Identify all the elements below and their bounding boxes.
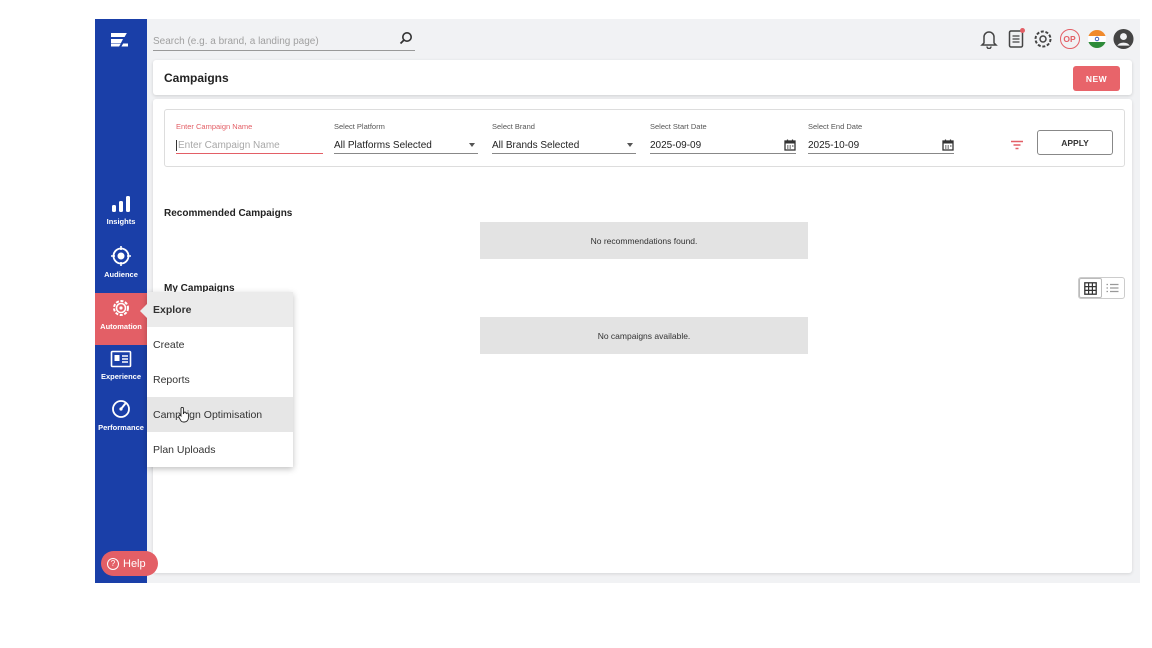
- platform-filter[interactable]: Select Platform All Platforms Selected: [334, 122, 478, 154]
- recommended-campaigns-title: Recommended Campaigns: [164, 208, 293, 219]
- hand-cursor-icon: [178, 407, 189, 423]
- menu-item-reports[interactable]: Reports: [147, 362, 293, 397]
- campaign-name-filter: Enter Campaign Name: [176, 122, 323, 154]
- account-icon[interactable]: [1113, 28, 1134, 50]
- sidebar-item-label: Experience: [100, 372, 142, 381]
- brand-logo-icon[interactable]: [108, 29, 132, 51]
- notification-dot: [1020, 28, 1025, 33]
- search-bar: [153, 31, 415, 51]
- sidebar-item-audience[interactable]: Audience: [95, 246, 147, 296]
- start-date-label: Select Start Date: [650, 122, 707, 131]
- menu-item-plan-uploads[interactable]: Plan Uploads: [147, 432, 293, 467]
- sidebar-item-experience[interactable]: Experience: [95, 350, 147, 400]
- help-label: Help: [123, 557, 146, 570]
- recommended-empty-state: No recommendations found.: [480, 222, 808, 259]
- start-date-filter[interactable]: Select Start Date 2025-09-09: [650, 122, 796, 154]
- help-icon: ?: [107, 557, 119, 570]
- end-date-input[interactable]: 2025-10-09: [808, 137, 954, 154]
- end-date-value: 2025-10-09: [808, 139, 860, 151]
- page-title: Campaigns: [164, 71, 229, 85]
- filter-icon[interactable]: [1010, 140, 1024, 150]
- filter-panel: Enter Campaign Name Select Platform All …: [164, 109, 1125, 167]
- top-icons: OP: [978, 28, 1134, 50]
- end-date-label: Select End Date: [808, 122, 863, 131]
- settings-icon[interactable]: [1032, 28, 1053, 50]
- brand-label: Select Brand: [492, 122, 535, 131]
- start-date-value: 2025-09-09: [650, 139, 702, 151]
- india-flag-icon[interactable]: [1086, 28, 1107, 50]
- bell-icon[interactable]: [978, 28, 999, 50]
- gear-icon: [113, 300, 129, 316]
- view-toggle: [1078, 277, 1125, 299]
- document-icon[interactable]: [1005, 28, 1026, 50]
- sidebar: Insights Audience Automation Experience …: [95, 19, 158, 583]
- grid-view-icon[interactable]: [1079, 278, 1102, 298]
- end-date-filter[interactable]: Select End Date 2025-10-09: [808, 122, 954, 154]
- campaign-name-label: Enter Campaign Name: [176, 122, 253, 131]
- bar-chart-icon: [112, 196, 130, 212]
- new-campaign-button[interactable]: NEW: [1073, 66, 1120, 91]
- search-icon[interactable]: [399, 31, 413, 45]
- menu-pointer: [140, 304, 147, 318]
- campaign-name-underline: [176, 137, 323, 154]
- my-campaigns-empty-state: No campaigns available.: [480, 317, 808, 354]
- sidebar-item-label: Audience: [104, 270, 138, 279]
- brand-value: All Brands Selected: [492, 139, 580, 151]
- platform-select[interactable]: All Platforms Selected: [334, 137, 478, 154]
- apply-button[interactable]: APPLY: [1037, 130, 1113, 155]
- top-bar: OP: [147, 19, 1140, 57]
- target-icon: [111, 246, 131, 266]
- sidebar-item-performance[interactable]: Performance: [95, 399, 147, 449]
- menu-item-create[interactable]: Create: [147, 327, 293, 362]
- calendar-icon[interactable]: [784, 139, 796, 151]
- sidebar-item-label: Performance: [98, 423, 144, 432]
- help-button[interactable]: ? Help: [101, 551, 158, 576]
- id-card-icon: [110, 350, 132, 368]
- platform-label: Select Platform: [334, 122, 385, 131]
- sidebar-item-label: Insights: [106, 217, 136, 226]
- menu-item-explore[interactable]: Explore: [147, 292, 293, 327]
- menu-item-campaign-optimisation[interactable]: Campaign Optimisation: [147, 397, 293, 432]
- page-header: Campaigns NEW: [153, 60, 1132, 95]
- calendar-icon[interactable]: [942, 139, 954, 151]
- campaign-name-input[interactable]: [176, 139, 323, 151]
- chevron-down-icon: [469, 143, 475, 147]
- list-view-icon[interactable]: [1102, 278, 1124, 298]
- gauge-icon: [112, 400, 130, 418]
- brand-filter[interactable]: Select Brand All Brands Selected: [492, 122, 636, 154]
- automation-submenu: Explore Create Reports Campaign Optimisa…: [140, 292, 293, 467]
- sidebar-item-label: Automation: [100, 322, 142, 331]
- platform-value: All Platforms Selected: [334, 139, 432, 151]
- brand-select[interactable]: All Brands Selected: [492, 137, 636, 154]
- main-content: Enter Campaign Name Select Platform All …: [153, 99, 1132, 573]
- user-initials-badge[interactable]: OP: [1059, 28, 1080, 50]
- sidebar-item-insights[interactable]: Insights: [95, 195, 147, 245]
- start-date-input[interactable]: 2025-09-09: [650, 137, 796, 154]
- search-input[interactable]: [153, 36, 393, 47]
- sidebar-item-automation[interactable]: Automation: [95, 293, 147, 345]
- chevron-down-icon: [627, 143, 633, 147]
